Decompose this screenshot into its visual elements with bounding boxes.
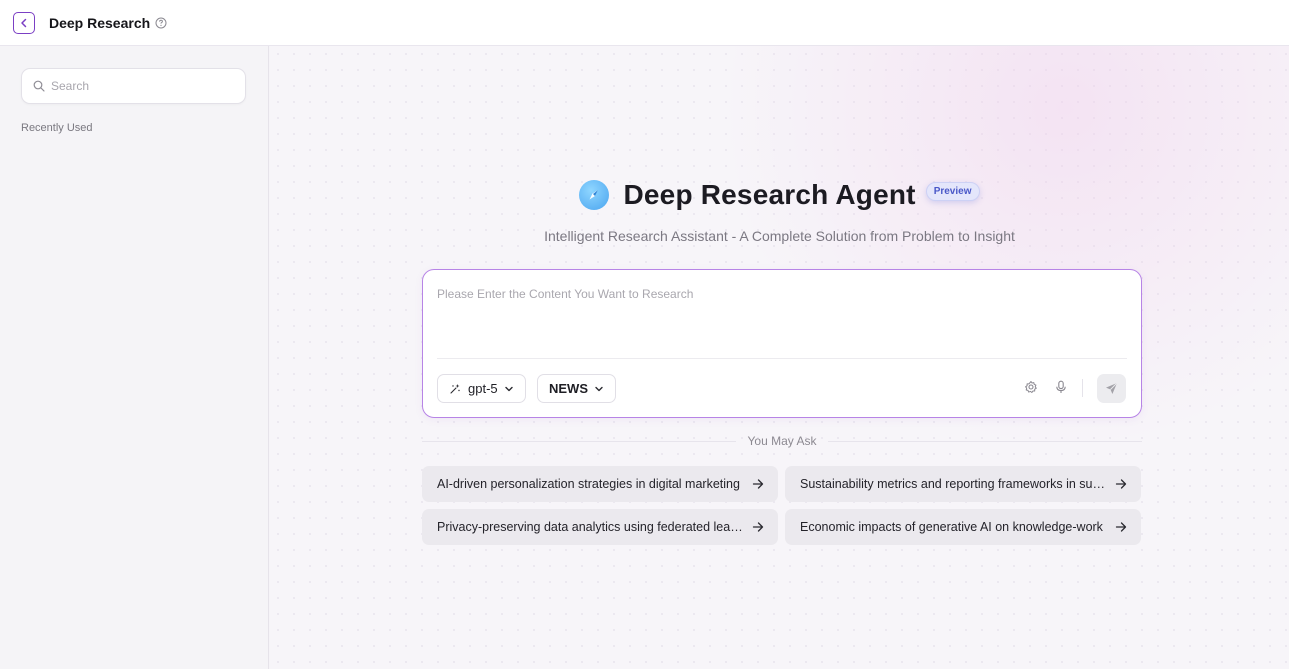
recently-used-label: Recently Used bbox=[21, 122, 93, 134]
suggestion-card[interactable]: Economic impacts of generative AI on kno… bbox=[785, 509, 1141, 545]
you-may-ask-label: You May Ask bbox=[747, 434, 817, 448]
send-icon bbox=[1106, 382, 1118, 394]
question-circle-icon[interactable] bbox=[155, 17, 167, 29]
suggestion-card[interactable]: AI-driven personalization strategies in … bbox=[422, 466, 778, 502]
arrow-right-icon bbox=[752, 478, 764, 490]
agent-subtitle: Intelligent Research Assistant - A Compl… bbox=[544, 228, 1015, 244]
search-input[interactable] bbox=[51, 79, 231, 93]
arrow-right-icon bbox=[1115, 478, 1127, 490]
research-input-card: gpt-5 NEWS bbox=[422, 269, 1142, 418]
suggestion-text: Sustainability metrics and reporting fra… bbox=[800, 477, 1107, 491]
card-divider bbox=[437, 358, 1127, 359]
microphone-icon[interactable] bbox=[1054, 380, 1068, 394]
suggestion-text: Privacy-preserving data analytics using … bbox=[437, 520, 744, 534]
model-selector[interactable]: gpt-5 bbox=[437, 374, 526, 403]
chevron-down-icon bbox=[504, 384, 514, 394]
sparkle-icon bbox=[449, 383, 461, 395]
source-selector[interactable]: NEWS bbox=[537, 374, 616, 403]
suggestion-text: Economic impacts of generative AI on kno… bbox=[800, 520, 1103, 534]
send-button[interactable] bbox=[1097, 374, 1126, 403]
sidebar: Recently Used bbox=[0, 46, 269, 669]
arrow-right-icon bbox=[1115, 521, 1127, 533]
search-box[interactable] bbox=[21, 68, 246, 104]
back-button[interactable] bbox=[13, 11, 35, 34]
settings-gear-icon[interactable] bbox=[1024, 380, 1038, 394]
you-may-ask-divider: You May Ask bbox=[422, 433, 1142, 449]
model-label: gpt-5 bbox=[468, 381, 498, 396]
suggestion-card[interactable]: Sustainability metrics and reporting fra… bbox=[785, 466, 1141, 502]
chevron-left-icon bbox=[21, 18, 27, 27]
suggestion-text: AI-driven personalization strategies in … bbox=[437, 477, 740, 491]
toolbar-divider bbox=[1082, 379, 1083, 397]
preview-badge: Preview bbox=[925, 181, 980, 201]
agent-title: Deep Research Agent bbox=[623, 179, 916, 210]
compass-logo-icon bbox=[579, 180, 610, 210]
hero-header: Deep Research Agent Preview bbox=[270, 179, 1289, 211]
source-label: NEWS bbox=[549, 381, 588, 396]
top-bar: Deep Research bbox=[0, 0, 1289, 46]
arrow-right-icon bbox=[752, 521, 764, 533]
chevron-down-icon bbox=[594, 384, 604, 394]
suggestion-card[interactable]: Privacy-preserving data analytics using … bbox=[422, 509, 778, 545]
search-icon bbox=[33, 80, 45, 92]
research-input[interactable] bbox=[437, 287, 1127, 353]
page-title: Deep Research bbox=[49, 14, 151, 31]
main-area: Deep Research Agent Preview Intelligent … bbox=[270, 46, 1289, 669]
